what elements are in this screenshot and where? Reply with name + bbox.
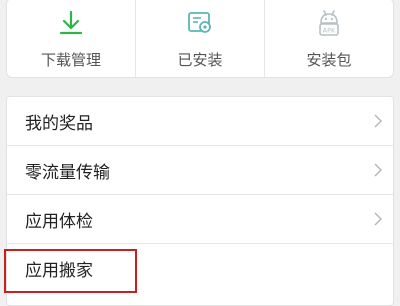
menu-item-zero-data-transfer[interactable]: 零流量传输	[7, 146, 393, 195]
apk-package-icon: APK	[314, 9, 344, 37]
install-package-tile[interactable]: APK 安装包	[264, 0, 393, 77]
download-manager-tile[interactable]: 下载管理	[7, 0, 135, 77]
menu-item-label: 应用体检	[25, 211, 93, 232]
installed-icon	[185, 9, 215, 37]
menu-item-my-prizes[interactable]: 我的奖品	[7, 97, 393, 146]
apk-icon-text: APK	[323, 27, 336, 35]
shortcut-panel: 下载管理 已安装 APK 安装包	[6, 0, 394, 78]
installed-label: 已安装	[177, 51, 223, 69]
menu-item-app-migration[interactable]: 应用搬家	[7, 244, 393, 293]
menu-item-app-checkup[interactable]: 应用体检	[7, 195, 393, 244]
installed-tile[interactable]: 已安装	[135, 0, 264, 77]
chevron-right-icon	[374, 163, 382, 177]
menu-item-label: 零流量传输	[25, 162, 110, 183]
download-icon	[56, 9, 86, 37]
menu-list: 我的奖品 零流量传输 应用体检 应用搬家	[6, 96, 394, 306]
download-manager-label: 下载管理	[40, 51, 101, 69]
chevron-right-icon	[374, 114, 382, 128]
menu-item-label: 应用搬家	[25, 261, 93, 281]
install-package-label: 安装包	[306, 51, 352, 69]
chevron-right-icon	[374, 212, 382, 226]
menu-item-label: 我的奖品	[25, 113, 93, 134]
